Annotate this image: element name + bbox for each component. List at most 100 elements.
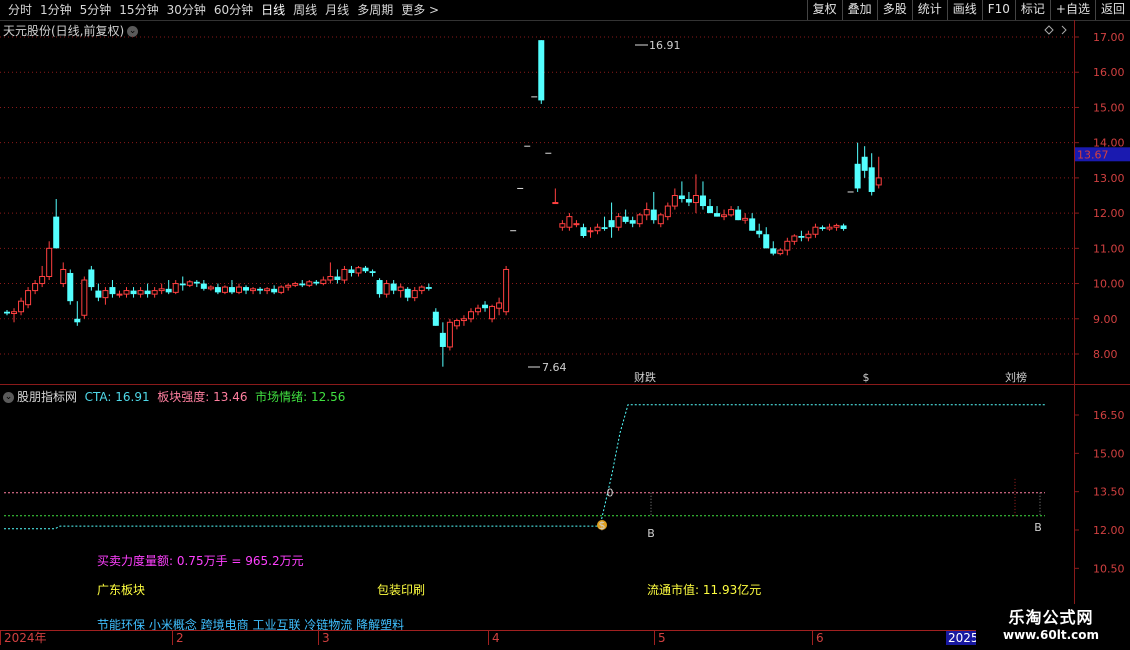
candle-body xyxy=(805,233,812,239)
candle-body xyxy=(580,227,587,237)
candle-body xyxy=(299,283,306,286)
indicator-name: 股朋指标网 xyxy=(17,390,78,404)
price-tick-label: 17.00 xyxy=(1093,31,1125,44)
high-label: 16.91 xyxy=(649,39,681,52)
candle-body xyxy=(798,236,805,238)
candle-body xyxy=(777,249,784,255)
candle-body xyxy=(833,224,840,228)
event-tag: 刘榜 xyxy=(1005,370,1027,384)
buy-marker: B xyxy=(1034,521,1042,534)
candle-body xyxy=(39,276,46,285)
price-tick-label: 12.00 xyxy=(1093,207,1125,220)
candle-body xyxy=(109,287,116,295)
candle-body xyxy=(735,209,742,221)
event-tag: 财跌 xyxy=(634,370,656,384)
candle-body xyxy=(32,283,39,292)
candle-body xyxy=(46,247,53,278)
candle-body xyxy=(250,288,257,292)
candle-body xyxy=(411,290,418,299)
candle-body xyxy=(327,276,334,281)
date-label: 2024年 xyxy=(0,631,47,645)
indicator-title[interactable]: ⌄ 股朋指标网 CTA: 16.91 板块强度: 13.46 市场情绪: 12.5… xyxy=(3,388,345,405)
candle-body xyxy=(404,288,411,298)
candle-body xyxy=(341,268,348,281)
candle-body xyxy=(67,272,74,302)
candle-body xyxy=(278,286,285,293)
diamond-icon xyxy=(1044,25,1054,35)
candle-body xyxy=(622,216,629,222)
candle-body xyxy=(264,288,271,292)
candle-body xyxy=(650,209,657,221)
zero-marker: 0 xyxy=(607,487,614,500)
candle-body xyxy=(432,311,439,326)
candle-body xyxy=(151,290,158,295)
candle-body xyxy=(629,220,636,224)
candle-body xyxy=(158,288,165,292)
candle-body xyxy=(348,269,355,273)
indicator-tick-label: 10.50 xyxy=(1093,562,1125,575)
candle-body xyxy=(306,281,313,286)
price-tick-label: 9.00 xyxy=(1093,313,1118,326)
candle-body xyxy=(714,213,721,217)
chevron-down-icon[interactable]: ⌄ xyxy=(3,392,14,403)
candle-body xyxy=(25,290,32,306)
candle-body xyxy=(53,216,60,249)
candle-body xyxy=(728,209,735,216)
candle-body xyxy=(179,283,186,286)
candle-body xyxy=(243,287,250,291)
price-tick-label: 11.00 xyxy=(1093,242,1125,255)
candle-body xyxy=(271,288,278,293)
candle-body xyxy=(826,226,833,230)
candle-body xyxy=(749,218,756,231)
candle-body xyxy=(587,230,594,233)
trade-amount: 买卖力度量额: 0.75万手 = 965.2万元 xyxy=(97,554,304,568)
candle-body xyxy=(503,268,510,313)
candle-body xyxy=(137,290,144,295)
float-cap-label: 流通市值: 11.93亿元 xyxy=(647,583,762,597)
candle-body xyxy=(4,311,10,314)
dollar-marker: $ xyxy=(599,519,606,532)
candle-body xyxy=(102,290,109,299)
price-tick-label: 13.00 xyxy=(1093,172,1125,185)
candle-body xyxy=(594,226,601,232)
candle-body xyxy=(453,320,460,327)
date-label: 6 xyxy=(812,631,824,645)
candle-body xyxy=(812,226,819,235)
current-price-label: 13.67 xyxy=(1077,148,1109,161)
candle-body xyxy=(11,311,18,314)
candle-body xyxy=(74,318,81,323)
event-tag: $ xyxy=(863,371,870,384)
candle-body xyxy=(763,234,770,249)
candle-body xyxy=(362,267,369,272)
candle-body xyxy=(81,279,88,316)
candle-body xyxy=(214,287,221,293)
candle-body xyxy=(60,268,67,285)
candle-body xyxy=(559,223,566,228)
indicator-tick-label: 16.50 xyxy=(1093,409,1125,422)
candle-body xyxy=(418,286,425,292)
cta-value: CTA: 16.91 xyxy=(84,390,150,404)
candle-body xyxy=(446,321,453,348)
low-label: 7.64 xyxy=(542,361,567,374)
candle-body xyxy=(116,293,123,296)
candle-body xyxy=(130,290,137,295)
candle-body xyxy=(678,195,685,200)
candle-body xyxy=(875,177,882,186)
candle-body xyxy=(475,307,482,313)
candle-body xyxy=(707,206,713,214)
candle-body xyxy=(228,287,235,293)
candle-body xyxy=(369,271,376,273)
date-label: 2 xyxy=(172,631,184,645)
candle-body xyxy=(165,288,172,293)
candle-body xyxy=(193,281,200,284)
candle-body xyxy=(721,214,728,218)
candle-body xyxy=(439,332,446,347)
candle-body xyxy=(671,195,678,207)
candle-body xyxy=(397,286,404,292)
candle-body xyxy=(88,269,95,288)
candle-body xyxy=(854,163,861,189)
watermark-logo: 乐淘公式网 www.60lt.com xyxy=(976,604,1126,648)
candle-body xyxy=(95,290,102,298)
candle-body xyxy=(320,279,327,285)
candle-body xyxy=(699,195,706,207)
